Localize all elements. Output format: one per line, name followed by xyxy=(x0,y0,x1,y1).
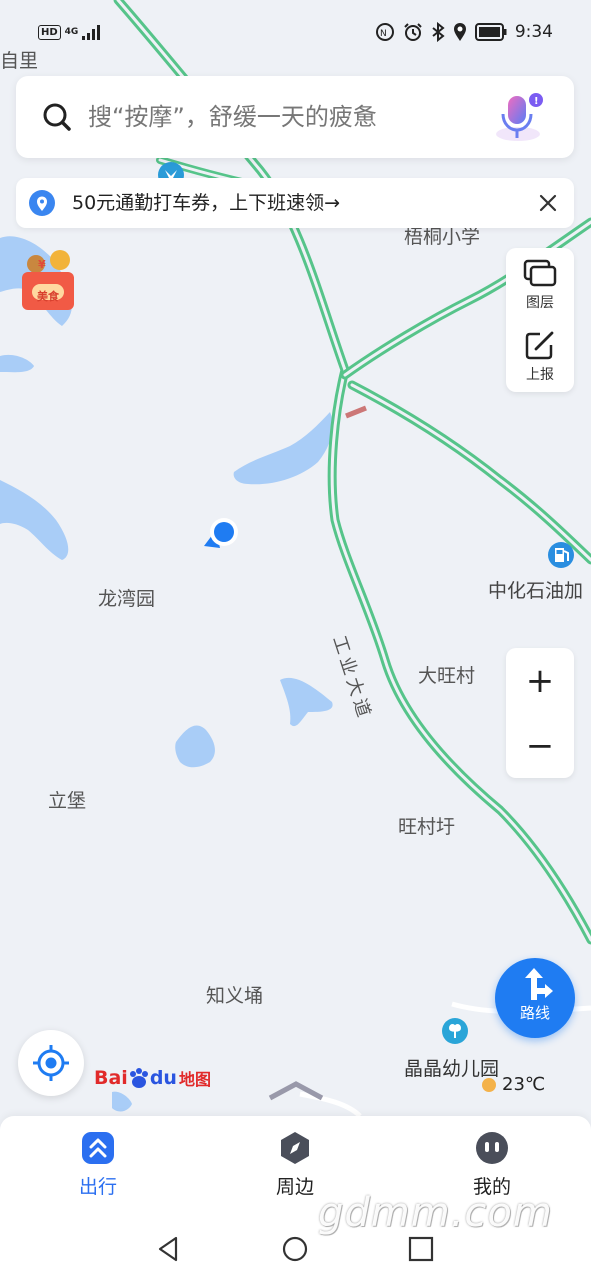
layers-label: 图层 xyxy=(526,295,554,311)
zoom-controls: + − xyxy=(506,648,574,778)
layers-button[interactable]: 图层 xyxy=(506,248,574,318)
svg-text:!: ! xyxy=(534,96,539,107)
svg-text:N: N xyxy=(380,29,387,39)
route-arrow-icon xyxy=(525,968,553,1000)
clock: 9:34 xyxy=(514,22,553,42)
zoom-in-button[interactable]: + xyxy=(506,648,574,713)
kindergarten-icon[interactable] xyxy=(440,1016,470,1046)
baidu-map-logo: Bai du 地图 xyxy=(94,1067,211,1089)
battery-icon xyxy=(474,23,507,41)
report-label: 上报 xyxy=(526,367,554,383)
locate-me-button[interactable] xyxy=(18,1030,84,1096)
hd-badge: HD xyxy=(38,24,61,40)
search-input[interactable]: 搜“按摩”，舒缓一天的疲惫 xyxy=(88,98,377,136)
nav-item-travel[interactable]: 出行 xyxy=(38,1130,158,1199)
weather-widget[interactable]: 23℃ xyxy=(482,1074,545,1095)
alarm-icon xyxy=(404,23,422,41)
travel-icon xyxy=(82,1132,114,1164)
network-type: 4G xyxy=(64,27,79,37)
nfc-icon: N xyxy=(375,23,394,41)
map-label-libao[interactable]: 立堡 xyxy=(48,786,86,813)
nav-label-nearby: 周边 xyxy=(275,1176,314,1198)
location-pin-icon xyxy=(29,190,55,216)
close-icon[interactable] xyxy=(536,191,560,215)
report-button[interactable]: 上报 xyxy=(506,320,574,390)
status-bar: HD 4G N 9:34 xyxy=(0,0,591,64)
compass-icon xyxy=(281,1132,309,1164)
profile-icon xyxy=(476,1132,508,1164)
layers-icon xyxy=(523,259,557,287)
signal-icon xyxy=(82,25,101,40)
edit-icon xyxy=(525,331,554,360)
map-label-dawang[interactable]: 大旺村 xyxy=(418,661,475,688)
bluetooth-icon xyxy=(432,22,445,42)
banner-text[interactable]: 50元通勤打车券，上下班速领→ xyxy=(72,189,340,217)
sun-icon xyxy=(482,1077,496,1092)
promo-banner[interactable]: 50元通勤打车券，上下班速领→ xyxy=(16,178,574,228)
route-button[interactable]: 路线 xyxy=(495,958,575,1038)
temperature: 23℃ xyxy=(502,1074,546,1095)
map-label-gas-station[interactable]: 中化石油加 xyxy=(488,576,583,603)
nav-label-travel: 出行 xyxy=(78,1176,117,1198)
voice-search-icon[interactable]: ! xyxy=(492,90,546,144)
food-promo-badge[interactable]: ¥ 美食 xyxy=(20,246,76,312)
watermark: gdmm.com xyxy=(318,1190,553,1236)
paw-icon xyxy=(129,1068,148,1088)
map-tools-panel: 图层 上报 xyxy=(506,248,574,392)
gas-station-icon[interactable] xyxy=(546,540,576,570)
search-icon xyxy=(43,103,71,131)
crosshair-icon xyxy=(33,1045,69,1081)
route-label: 路线 xyxy=(519,1004,550,1022)
nav-item-nearby[interactable]: 周边 xyxy=(235,1130,355,1199)
back-icon[interactable] xyxy=(154,1234,184,1264)
location-icon xyxy=(453,23,466,41)
map-label-longwan[interactable]: 龙湾园 xyxy=(98,584,155,611)
search-bar[interactable]: 搜“按摩”，舒缓一天的疲惫 ! xyxy=(16,76,574,158)
nav-item-mine[interactable]: 我的 xyxy=(432,1130,552,1199)
home-icon[interactable] xyxy=(280,1234,310,1264)
svg-text:¥: ¥ xyxy=(38,258,46,271)
food-badge-label: 美食 xyxy=(37,290,59,303)
recents-icon[interactable] xyxy=(406,1234,436,1264)
zoom-out-button[interactable]: − xyxy=(506,713,574,778)
map-label-zhiyiyong[interactable]: 知义埇 xyxy=(206,981,263,1008)
map-label-wangcunxu[interactable]: 旺村圩 xyxy=(398,812,455,839)
